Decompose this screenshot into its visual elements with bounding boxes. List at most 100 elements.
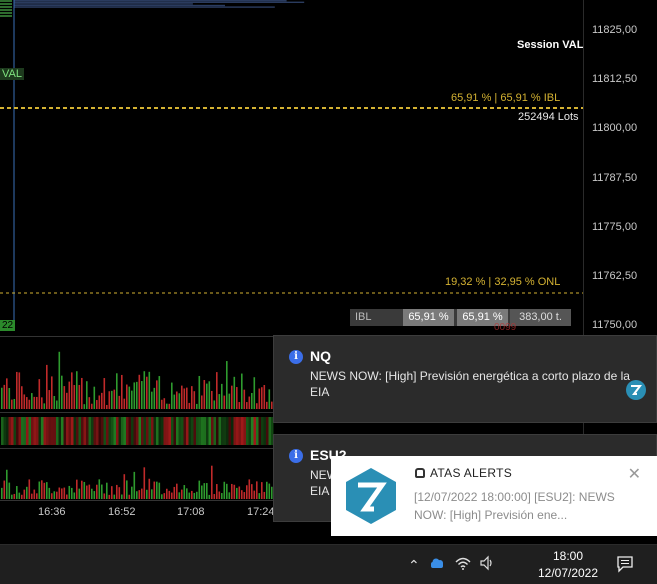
atas-logo-icon (346, 468, 396, 524)
volume-bar (71, 372, 73, 409)
volume-bar (41, 397, 43, 409)
delta-cell (173, 417, 176, 445)
volume-bar (91, 403, 93, 409)
delta-cell (101, 417, 104, 445)
price-chart[interactable]: Session VAL VAL 65,91 % | 65,91 % IBL 25… (0, 0, 583, 336)
atas-alert-popup[interactable]: ATAS ALERTS ✕ [12/07/2022 18:00:00] [ESU… (331, 456, 657, 536)
delta-cell (156, 417, 159, 445)
delta-cell (158, 417, 161, 445)
delta-cell (56, 417, 59, 445)
notification-icon[interactable] (616, 555, 634, 576)
volume-bar (43, 482, 46, 499)
volume-bar (186, 488, 188, 499)
volume-bar (176, 391, 178, 409)
cloud-icon[interactable] (430, 556, 446, 572)
volume-bar (16, 486, 18, 499)
price-axis[interactable]: 11825,00 11812,50 11800,00 11787,50 1177… (583, 0, 657, 336)
profile-bar (0, 0, 12, 2)
delta-cell (133, 417, 136, 445)
volume-bar (51, 493, 53, 499)
delta-cell (111, 417, 114, 445)
volume-bar (26, 486, 28, 499)
clock-time: 18:00 (552, 549, 584, 563)
volume-bar (246, 402, 248, 409)
volume-bar (186, 387, 188, 409)
speaker-icon[interactable] (479, 555, 495, 574)
volume-bar (76, 371, 78, 409)
volume-bar (253, 490, 256, 499)
volume-bar (246, 485, 248, 499)
volume-bar (91, 488, 93, 499)
delta-cell (178, 417, 181, 445)
delta-cell (218, 417, 221, 445)
volume-bar (73, 385, 76, 409)
volume-bar (201, 485, 203, 499)
volume-bar (163, 493, 166, 499)
volume-bar (241, 490, 243, 499)
toast-body: NEWS NOW: [High] Previsión energética a … (310, 369, 630, 399)
delta-cell (161, 417, 164, 445)
delta-cell (83, 417, 86, 445)
close-icon[interactable]: ✕ (628, 464, 641, 484)
delta-cell (103, 417, 106, 445)
ibl-bar-pct1: 65,91 % (403, 309, 454, 326)
volume-bar (46, 364, 48, 409)
volume-bar (66, 494, 68, 499)
volume-bar (183, 388, 186, 409)
price-tick: 11812,50 (592, 73, 638, 85)
delta-cell (201, 417, 204, 445)
volume-bar (103, 378, 106, 409)
delta-cell (191, 417, 194, 445)
profile-bar (14, 6, 275, 8)
wifi-icon[interactable] (455, 556, 471, 573)
delta-cell (26, 417, 29, 445)
volume-bar (103, 493, 106, 499)
volume-bar (1, 487, 3, 499)
volume-bar (83, 481, 86, 499)
volume-bar (228, 492, 231, 499)
volume-bar (171, 382, 173, 409)
volume-bar (188, 492, 191, 499)
volume-bar (28, 399, 31, 409)
taskbar: ⌃ 18:00 12/07/2022 (0, 544, 657, 584)
delta-cell (153, 417, 156, 445)
volume-bar (111, 486, 113, 499)
volume-bar (133, 382, 136, 409)
volume-bar (191, 386, 193, 409)
delta-cell (11, 417, 14, 445)
chevron-up-icon[interactable]: ⌃ (408, 557, 420, 574)
volume-bar (158, 376, 161, 409)
volume-bar (21, 386, 23, 409)
volume-bar (141, 381, 143, 409)
volume-bar (58, 351, 61, 409)
delta-cell (236, 417, 239, 445)
alert-body: [12/07/2022 18:00:00] [ESU2]: NEWS NOW: … (414, 490, 615, 522)
volume-bar (61, 375, 63, 409)
volume-bar (96, 400, 98, 409)
volume-bar (158, 482, 161, 499)
volume-bar (211, 390, 213, 409)
volume-bar (221, 383, 223, 409)
news-toast-nq[interactable]: i NQ NEWS NOW: [High] Previsión energéti… (273, 335, 657, 423)
volume-bar (56, 491, 58, 499)
volume-bar (188, 402, 191, 409)
volume-bar (3, 384, 6, 409)
volume-bar (81, 480, 83, 499)
volume-bar (213, 494, 216, 499)
volume-bar (226, 361, 228, 409)
volume-bar (81, 377, 83, 409)
profile-bar (14, 3, 193, 5)
volume-bar (201, 395, 203, 409)
delta-cell (213, 417, 216, 445)
volume-bar (121, 494, 123, 499)
delta-cell (188, 417, 191, 445)
volume-bar (43, 403, 46, 409)
delta-cell (183, 417, 186, 445)
green-tag: 22 (0, 320, 16, 331)
system-clock[interactable]: 18:00 12/07/2022 (528, 548, 608, 582)
volume-bar (143, 467, 146, 499)
delta-cell (206, 417, 209, 445)
volume-bar (28, 479, 31, 499)
delta-cell (21, 417, 24, 445)
lots-label: 252494 Lots (518, 111, 579, 123)
